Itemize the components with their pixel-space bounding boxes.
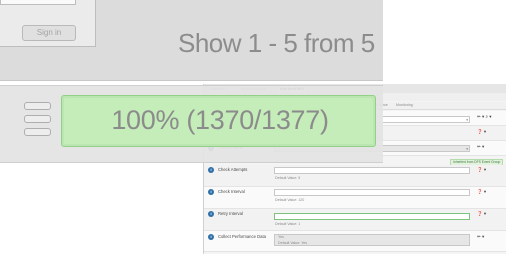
help-actions[interactable]: ❓ ▾	[477, 167, 486, 173]
info-icon: i	[208, 211, 214, 217]
help-actions[interactable]: ❓ ▾	[477, 211, 486, 217]
row-actions[interactable]: ✏ ▾ ⌕ ▾	[477, 114, 492, 120]
hamburger-menu-icon[interactable]	[24, 102, 51, 110]
check-attempts-label: Check Attempts	[218, 167, 248, 172]
collect-perfdata-label: Collect Performance Data	[218, 234, 266, 239]
perfdata-option-yes[interactable]: Yes	[278, 235, 284, 239]
row-retry-interval: i Retry Interval Default Value: 1 ❓ ▾	[204, 209, 506, 231]
chevron-down-icon: ▾	[466, 147, 468, 151]
row-collect-perfdata: i Collect Performance Data Yes Default V…	[204, 231, 506, 252]
hamburger-menu-icon[interactable]	[24, 128, 51, 136]
collect-perfdata-default: Default Value: Yes	[278, 241, 308, 245]
retry-interval-default: Default Value: 1	[275, 222, 301, 226]
check-attempts-default: Default Value: 5	[275, 176, 301, 180]
check-interval-label: Check Interval	[218, 189, 245, 194]
row-actions[interactable]: ✏ ▾	[477, 234, 484, 240]
help-actions[interactable]: ❓ ▾	[477, 129, 486, 135]
info-icon: i	[208, 189, 214, 195]
progress-label: 100% (1370/1377)	[111, 105, 329, 135]
retry-interval-input[interactable]	[274, 213, 470, 220]
help-actions[interactable]: ❓ ▾	[477, 189, 486, 195]
password-field[interactable]	[0, 0, 76, 5]
row-check-attempts: i Check Attempts Default Value: 5 ❓ ▾	[204, 165, 506, 187]
hamburger-menu-icon[interactable]	[24, 115, 51, 123]
pagination-summary: Show 1 - 5 from 5	[178, 28, 375, 58]
check-attempts-input[interactable]	[274, 167, 470, 174]
check-interval-input[interactable]	[274, 189, 470, 196]
row-actions[interactable]: ✏ ▾	[477, 144, 484, 150]
retry-interval-label: Retry Interval	[218, 211, 243, 216]
check-interval-default: Default Value: 120	[275, 198, 305, 202]
chevron-down-icon: ▾	[466, 118, 468, 122]
info-icon: i	[208, 234, 214, 240]
sign-in-button[interactable]: Sign in	[22, 25, 76, 41]
info-icon: i	[208, 167, 214, 173]
row-check-interval: i Check Interval Default Value: 120 ❓ ▾	[204, 187, 506, 209]
subtab-monitoring-2[interactable]: Monitoring	[396, 102, 413, 109]
